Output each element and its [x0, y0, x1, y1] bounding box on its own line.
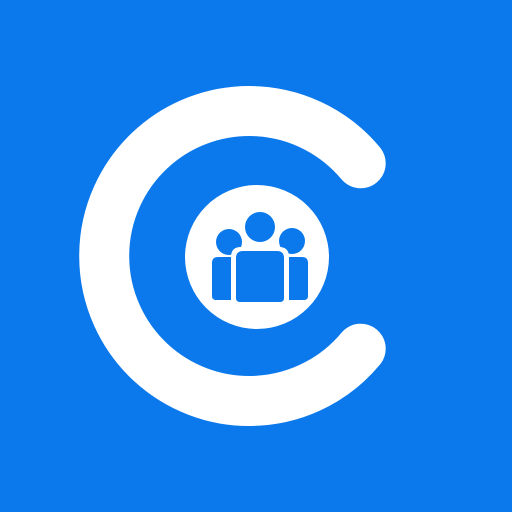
app-icon [0, 0, 512, 512]
c-letter-group-logo [79, 86, 386, 426]
